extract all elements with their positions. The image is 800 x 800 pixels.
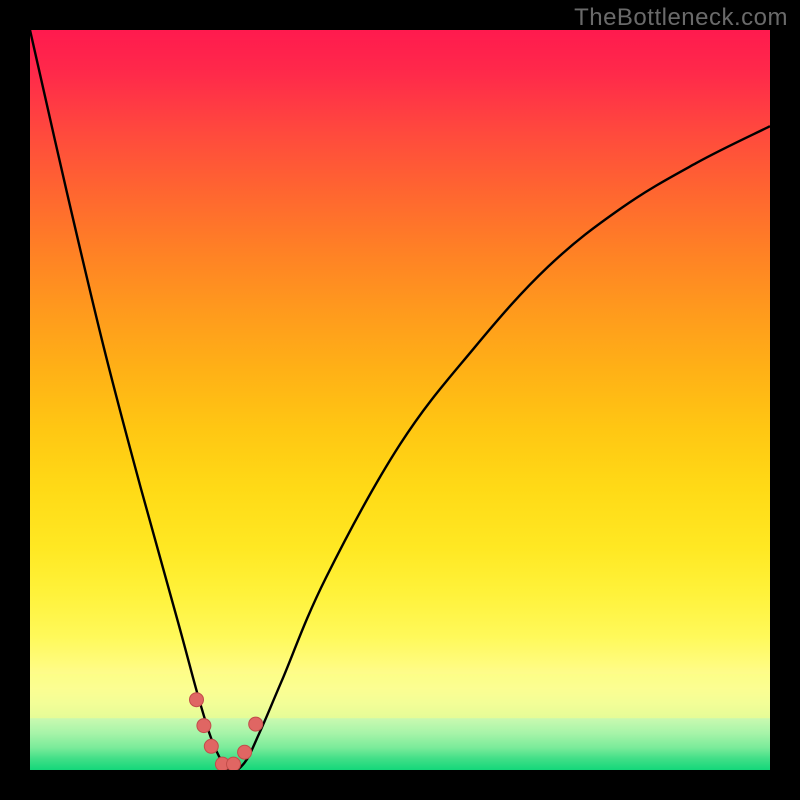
marker-point	[204, 739, 218, 753]
marker-point	[249, 717, 263, 731]
watermark-text: TheBottleneck.com	[574, 4, 788, 32]
highlight-band	[30, 674, 770, 718]
bottleneck-curve	[30, 30, 770, 770]
plot-area	[30, 30, 770, 770]
chart-frame: TheBottleneck.com	[0, 0, 800, 800]
marker-point	[197, 719, 211, 733]
chart-overlay	[30, 30, 770, 770]
marker-point	[238, 745, 252, 759]
marker-point	[227, 757, 241, 770]
marker-point	[190, 693, 204, 707]
